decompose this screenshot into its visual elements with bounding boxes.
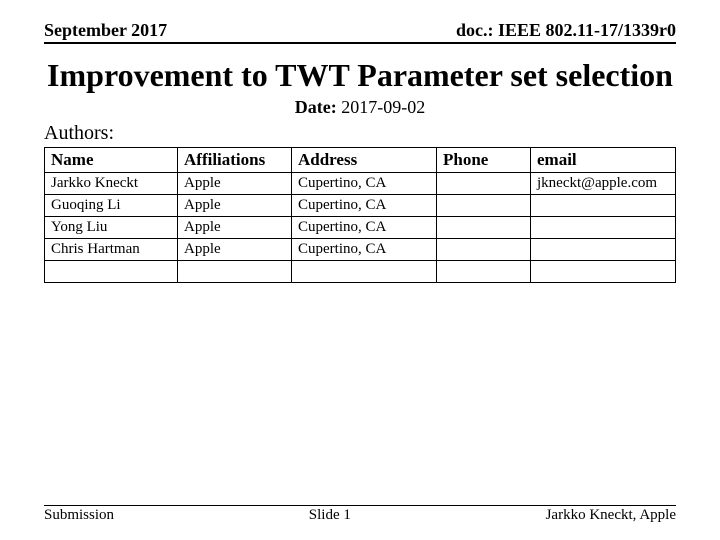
footer-row: Submission Slide 1 Jarkko Kneckt, Apple xyxy=(44,505,676,524)
footer-center: Slide 1 xyxy=(309,507,351,524)
header-date: September 2017 xyxy=(44,20,167,41)
col-header-name: Name xyxy=(45,148,178,173)
header-row: September 2017 doc.: IEEE 802.11-17/1339… xyxy=(44,20,676,44)
cell-name: Yong Liu xyxy=(45,217,178,239)
footer-left: Submission xyxy=(44,507,114,524)
cell-email xyxy=(531,195,676,217)
cell-addr xyxy=(292,261,437,283)
date-label: Date: xyxy=(295,97,337,117)
table-row: Yong Liu Apple Cupertino, CA xyxy=(45,217,676,239)
cell-addr: Cupertino, CA xyxy=(292,195,437,217)
table-header-row: Name Affiliations Address Phone email xyxy=(45,148,676,173)
date-line: Date: 2017-09-02 xyxy=(44,97,676,118)
table-row: Guoqing Li Apple Cupertino, CA xyxy=(45,195,676,217)
cell-name: Chris Hartman xyxy=(45,239,178,261)
table-row xyxy=(45,261,676,283)
cell-addr: Cupertino, CA xyxy=(292,173,437,195)
cell-email xyxy=(531,261,676,283)
cell-name xyxy=(45,261,178,283)
cell-addr: Cupertino, CA xyxy=(292,239,437,261)
col-header-affil: Affiliations xyxy=(178,148,292,173)
cell-phone xyxy=(437,217,531,239)
col-header-addr: Address xyxy=(292,148,437,173)
col-header-phone: Phone xyxy=(437,148,531,173)
cell-email xyxy=(531,239,676,261)
authors-table: Name Affiliations Address Phone email Ja… xyxy=(44,147,676,283)
table-row: Jarkko Kneckt Apple Cupertino, CA jkneck… xyxy=(45,173,676,195)
header-doc-id: doc.: IEEE 802.11-17/1339r0 xyxy=(456,20,676,41)
cell-phone xyxy=(437,195,531,217)
cell-affil: Apple xyxy=(178,239,292,261)
cell-name: Jarkko Kneckt xyxy=(45,173,178,195)
col-header-email: email xyxy=(531,148,676,173)
cell-affil xyxy=(178,261,292,283)
footer-right: Jarkko Kneckt, Apple xyxy=(546,507,676,524)
cell-phone xyxy=(437,173,531,195)
cell-phone xyxy=(437,239,531,261)
slide-page: September 2017 doc.: IEEE 802.11-17/1339… xyxy=(44,20,676,520)
cell-phone xyxy=(437,261,531,283)
cell-affil: Apple xyxy=(178,217,292,239)
cell-addr: Cupertino, CA xyxy=(292,217,437,239)
date-value: 2017-09-02 xyxy=(341,97,425,117)
authors-label: Authors: xyxy=(44,122,676,145)
cell-email: jkneckt@apple.com xyxy=(531,173,676,195)
cell-affil: Apple xyxy=(178,195,292,217)
cell-email xyxy=(531,217,676,239)
slide-title: Improvement to TWT Parameter set selecti… xyxy=(44,58,676,93)
cell-name: Guoqing Li xyxy=(45,195,178,217)
table-row: Chris Hartman Apple Cupertino, CA xyxy=(45,239,676,261)
cell-affil: Apple xyxy=(178,173,292,195)
